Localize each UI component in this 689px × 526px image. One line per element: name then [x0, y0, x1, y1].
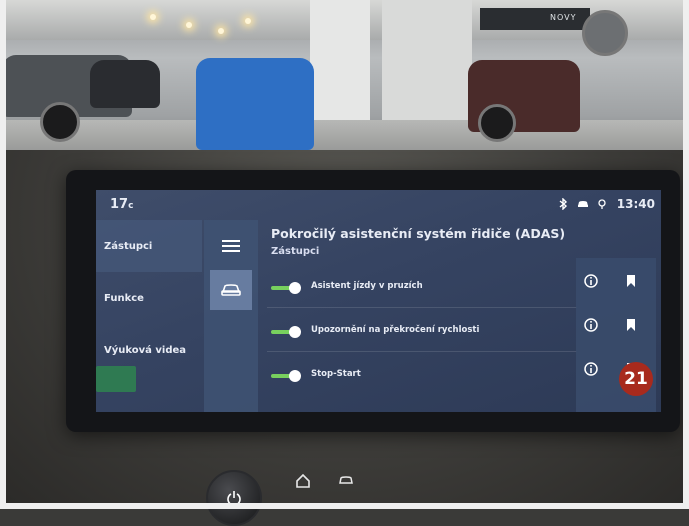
info-icon: [584, 362, 598, 376]
location-icon: [598, 199, 606, 209]
wheel-display: [582, 10, 628, 56]
nav-item-label: Zástupci: [104, 240, 153, 252]
home-icon: [296, 474, 310, 488]
infotainment-screen: 17c 13:40 Zástupci Funkce Výuková videa: [96, 190, 661, 412]
car-icon: [221, 284, 241, 296]
power-volume-knob[interactable]: [206, 470, 262, 526]
side-rail: [204, 220, 258, 412]
bookmark-icon: [627, 319, 635, 331]
blue-car: [196, 58, 314, 150]
setting-row-stop-start: Stop-Start: [259, 356, 577, 396]
bluetooth-icon: [559, 198, 567, 210]
nav-item-label: Funkce: [104, 292, 144, 304]
info-button[interactable]: [580, 270, 602, 292]
divider: [267, 351, 577, 352]
info-button[interactable]: [580, 358, 602, 380]
ceiling-light: [186, 22, 192, 28]
stop-start-toggle[interactable]: [271, 370, 301, 382]
nav-item-zastupci[interactable]: Zástupci: [96, 220, 202, 272]
setting-row-speed-warning: Upozornění na překročení rychlosti: [259, 312, 577, 352]
status-icons: 13:40: [557, 197, 655, 211]
clock: 13:40: [616, 197, 655, 211]
setting-label: Asistent jízdy v pruzích: [311, 281, 423, 291]
showroom-background: NOVY: [0, 0, 689, 165]
number-badge: 21: [619, 362, 653, 396]
setting-label: Stop-Start: [311, 369, 361, 379]
setting-label: Upozornění na překročení rychlosti: [311, 325, 480, 335]
nav-item-label: Výuková videa: [104, 344, 187, 356]
info-icon: [584, 318, 598, 332]
car-wheel: [478, 104, 516, 142]
ceiling-light: [150, 14, 156, 20]
menu-icon: [222, 240, 240, 252]
vehicle-hw-button[interactable]: [333, 468, 359, 494]
green-indicator: [96, 366, 136, 392]
home-button[interactable]: [290, 468, 316, 494]
info-icon: [584, 274, 598, 288]
info-button[interactable]: [580, 314, 602, 336]
temperature-unit: c: [128, 201, 134, 211]
divider: [267, 307, 577, 308]
ceiling-light: [245, 18, 251, 24]
ceiling-light: [218, 28, 224, 34]
showroom-sign: NOVY: [480, 8, 590, 30]
dark-car: [90, 60, 160, 108]
status-bar: 17c 13:40: [96, 190, 661, 216]
bookmark-button[interactable]: [620, 314, 642, 336]
photo-border-bottom: [0, 503, 689, 509]
photo-border-left: [0, 0, 6, 509]
temperature-value: 17: [110, 197, 129, 212]
menu-button[interactable]: [210, 226, 252, 266]
pillar: [310, 0, 370, 140]
temperature: 17c: [110, 197, 133, 212]
car-icon: [339, 476, 353, 484]
car-wheel: [40, 102, 80, 142]
setting-row-lane-assist: Asistent jízdy v pruzích: [259, 268, 577, 308]
bookmark-icon: [627, 275, 635, 287]
page-subtitle: Zástupci: [271, 246, 320, 257]
page-title: Pokročilý asistenční systém řidiče (ADAS…: [271, 226, 566, 241]
nav-item-funkce[interactable]: Funkce: [96, 272, 202, 324]
car-icon: [577, 201, 588, 207]
bookmark-button[interactable]: [620, 270, 642, 292]
pillar: [382, 0, 472, 140]
photo-border-right: [683, 0, 689, 509]
vehicle-button[interactable]: [210, 270, 252, 310]
speed-warning-toggle[interactable]: [271, 326, 301, 338]
lane-assist-toggle[interactable]: [271, 282, 301, 294]
